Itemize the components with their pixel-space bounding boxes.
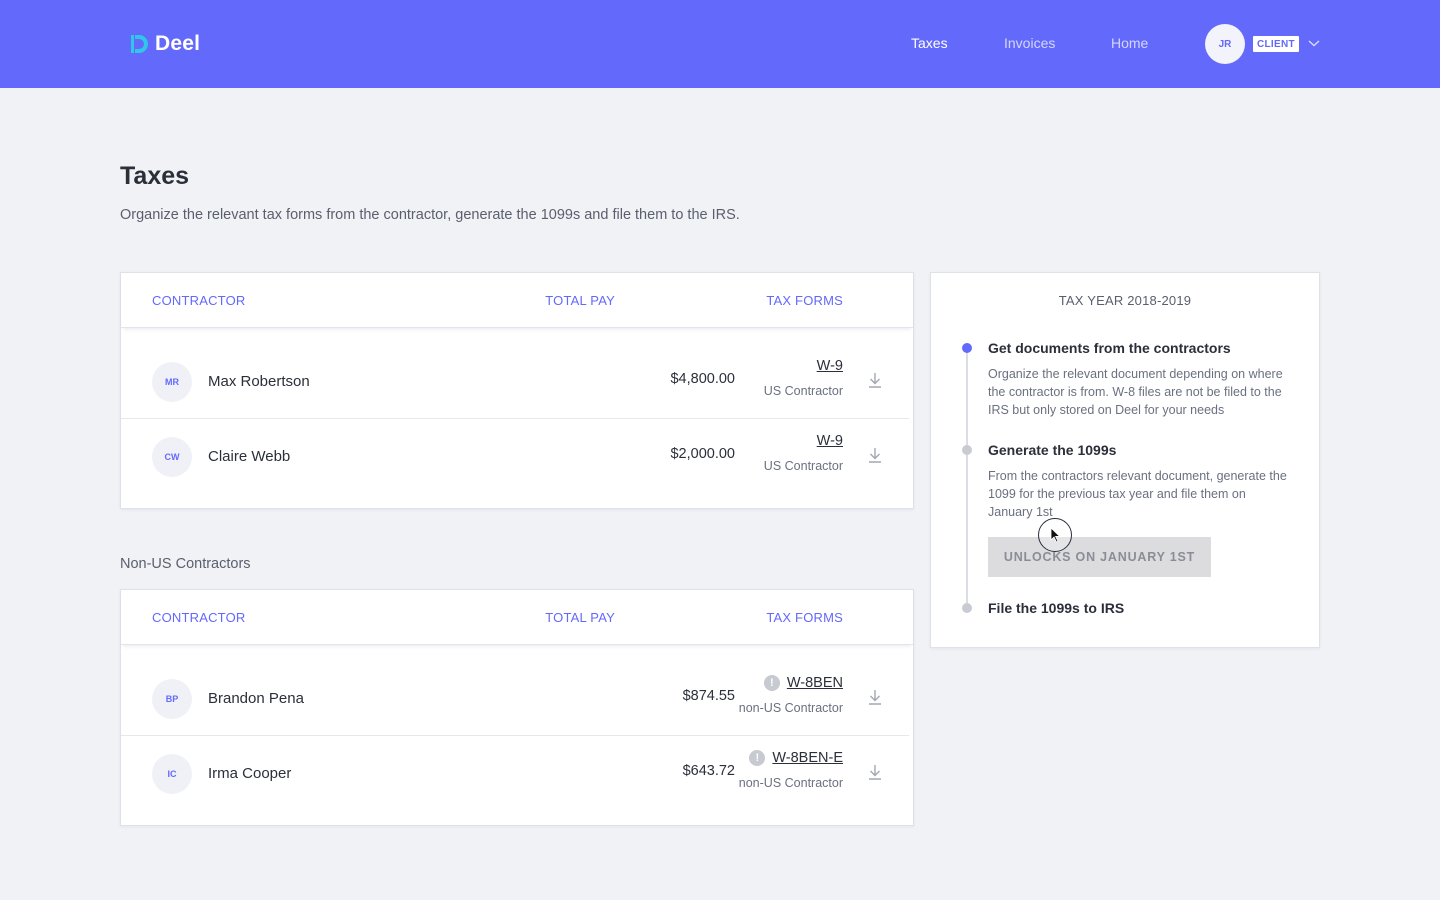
step-title-file-1099s: File the 1099s to IRS: [988, 600, 1125, 616]
non-us-contractors-table: CONTRACTOR TOTAL PAY TAX FORMS BP Brando…: [120, 589, 914, 826]
total-pay: $4,800.00: [670, 371, 735, 387]
download-icon[interactable]: [867, 763, 883, 781]
role-badge: CLIENT: [1253, 36, 1299, 52]
column-header-tax-forms[interactable]: TAX FORMS: [766, 293, 843, 308]
page-title: Taxes: [120, 162, 190, 190]
step-title-get-documents: Get documents from the contractors: [988, 340, 1231, 356]
user-avatar[interactable]: JR: [1205, 24, 1245, 64]
timeline-dot-active: [962, 343, 972, 353]
tax-form-cell: W-9: [817, 358, 843, 374]
step-description: Organize the relevant document depending…: [988, 367, 1283, 417]
table-row: MR Max Robertson $4,800.00 W-9 US Contra…: [121, 344, 909, 419]
contractor-name: Brandon Pena: [208, 690, 304, 707]
page-subtitle: Organize the relevant tax forms from the…: [120, 207, 740, 223]
tax-form-link[interactable]: W-8BEN-E: [772, 750, 843, 766]
table-header: CONTRACTOR TOTAL PAY TAX FORMS: [121, 273, 913, 328]
warning-icon[interactable]: !: [749, 750, 766, 766]
tax-form-cell: W-9: [817, 433, 843, 449]
tax-form-link[interactable]: W-9: [817, 433, 843, 449]
timeline-dot: [962, 603, 972, 613]
timeline-line: [966, 349, 968, 609]
total-pay: $643.72: [682, 763, 735, 779]
table-row: BP Brandon Pena $874.55 ! W-8BEN non-US …: [121, 661, 909, 736]
us-contractors-table: CONTRACTOR TOTAL PAY TAX FORMS MR Max Ro…: [120, 272, 914, 509]
mouse-cursor-icon: [1050, 527, 1061, 543]
total-pay: $874.55: [682, 688, 735, 704]
contractor-name: Irma Cooper: [208, 765, 292, 782]
table-header: CONTRACTOR TOTAL PAY TAX FORMS: [121, 590, 913, 645]
column-header-contractor[interactable]: CONTRACTOR: [152, 610, 245, 625]
nav-home[interactable]: Home: [1111, 35, 1148, 51]
column-header-contractor[interactable]: CONTRACTOR: [152, 293, 245, 308]
tax-form-link[interactable]: W-8BEN: [787, 675, 843, 691]
timeline-dot: [962, 445, 972, 455]
deel-logo-icon: [131, 35, 148, 53]
step-title-generate-1099s: Generate the 1099s: [988, 442, 1117, 458]
step-description: From the contractors relevant document, …: [988, 469, 1287, 519]
download-icon[interactable]: [867, 688, 883, 706]
column-header-tax-forms[interactable]: TAX FORMS: [766, 610, 843, 625]
contractor-type: non-US Contractor: [738, 701, 843, 715]
contractor-avatar: IC: [152, 754, 192, 794]
nav-invoices[interactable]: Invoices: [1004, 35, 1055, 51]
contractor-type: US Contractor: [763, 384, 843, 398]
contractor-type: US Contractor: [763, 459, 843, 473]
non-us-section-label: Non-US Contractors: [120, 556, 251, 572]
unlocks-button[interactable]: UNLOCKS ON JANUARY 1ST: [988, 537, 1211, 577]
download-icon[interactable]: [867, 446, 883, 464]
contractor-avatar: CW: [152, 437, 192, 477]
tax-year-title: TAX YEAR 2018-2019: [1058, 293, 1192, 308]
tax-form-link[interactable]: W-9: [817, 358, 843, 374]
contractor-type: non-US Contractor: [738, 776, 843, 790]
tax-form-cell: ! W-8BEN-E: [749, 750, 843, 766]
contractor-name: Claire Webb: [208, 448, 291, 465]
contractor-avatar: BP: [152, 679, 192, 719]
chevron-down-icon[interactable]: [1307, 38, 1321, 48]
download-icon[interactable]: [867, 371, 883, 389]
table-row: IC Irma Cooper $643.72 ! W-8BEN-E non-US…: [121, 736, 909, 811]
contractor-name: Max Robertson: [208, 373, 310, 390]
total-pay: $2,000.00: [670, 446, 735, 462]
warning-icon[interactable]: !: [763, 675, 780, 691]
column-header-total-pay[interactable]: TOTAL PAY: [545, 293, 615, 308]
top-navigation-bar: Deel Taxes Invoices Home JR CLIENT: [0, 0, 1440, 88]
contractor-avatar: MR: [152, 362, 192, 402]
logo-text: Deel: [155, 32, 201, 55]
tax-year-card: TAX YEAR 2018-2019 Get documents from th…: [930, 272, 1320, 648]
tax-form-cell: ! W-8BEN: [763, 675, 843, 691]
table-row: CW Claire Webb $2,000.00 W-9 US Contract…: [121, 419, 909, 494]
nav-taxes[interactable]: Taxes: [911, 35, 948, 51]
column-header-total-pay[interactable]: TOTAL PAY: [545, 610, 615, 625]
deel-logo[interactable]: Deel: [129, 31, 200, 57]
